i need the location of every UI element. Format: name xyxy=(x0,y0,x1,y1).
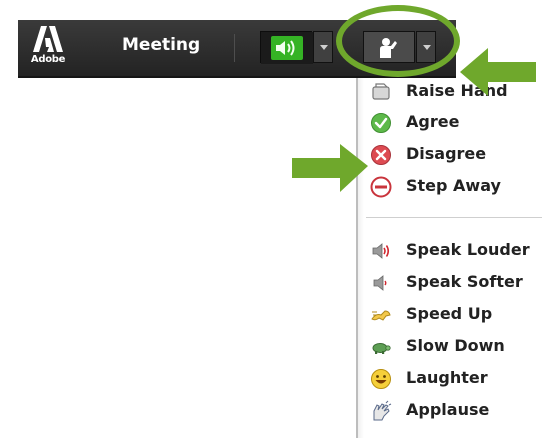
menu-item-agree[interactable]: Agree xyxy=(358,108,542,138)
menu-item-step-away[interactable]: Step Away xyxy=(358,172,542,202)
adobe-logo-text: Adobe xyxy=(30,54,66,65)
menu-item-label: Speak Softer xyxy=(406,272,523,291)
agree-check-icon xyxy=(371,113,391,133)
adobe-logo-mark-icon xyxy=(33,26,63,52)
speaker-dropdown-button[interactable] xyxy=(313,31,333,63)
speaker-button[interactable] xyxy=(260,31,313,64)
left-arrow-annotation-icon xyxy=(292,144,368,192)
slow-down-icon xyxy=(372,343,391,354)
speak-softer-icon xyxy=(373,275,387,291)
menu-item-label: Disagree xyxy=(406,144,487,163)
menu-item-label: Step Away xyxy=(406,176,501,195)
speed-up-icon xyxy=(371,310,391,321)
menu-item-label: Applause xyxy=(406,400,490,419)
menu-item-disagree[interactable]: Disagree xyxy=(358,140,542,170)
menu-item-speed-up[interactable]: Speed Up xyxy=(358,300,542,330)
menu-item-label: Laughter xyxy=(406,368,488,387)
applause-icon xyxy=(373,400,392,421)
menu-item-laughter[interactable]: Laughter xyxy=(358,364,542,394)
adobe-logo: Adobe xyxy=(30,24,66,70)
right-arrow-annotation-icon xyxy=(460,48,536,96)
laughter-icon xyxy=(371,369,391,389)
menu-item-speak-softer[interactable]: Speak Softer xyxy=(358,268,542,298)
raise-hand-icon xyxy=(372,83,390,100)
app-title: Meeting xyxy=(122,35,201,55)
menu-item-label: Slow Down xyxy=(406,336,505,355)
disagree-x-icon xyxy=(371,145,391,165)
menu-item-speak-louder[interactable]: Speak Louder xyxy=(358,236,542,266)
step-away-icon xyxy=(370,176,392,198)
menu-item-label: Agree xyxy=(406,112,460,131)
toolbar-separator xyxy=(234,34,235,62)
menu-item-label: Speed Up xyxy=(406,304,493,323)
menu-item-applause[interactable]: Applause xyxy=(358,396,542,426)
speak-louder-icon xyxy=(372,243,390,259)
speaker-on-icon xyxy=(261,32,313,64)
menu-divider xyxy=(366,217,542,218)
chevron-down-icon xyxy=(320,45,328,50)
status-menu: Raise Hand Agree Disagree Step Away Spea… xyxy=(356,78,542,438)
screenshot-stage: Adobe Meeting Raise Hand Agree Disagree … xyxy=(0,0,542,438)
menu-item-slow-down[interactable]: Slow Down xyxy=(358,332,542,362)
highlight-ellipse xyxy=(336,5,460,77)
menu-item-label: Speak Louder xyxy=(406,240,530,259)
